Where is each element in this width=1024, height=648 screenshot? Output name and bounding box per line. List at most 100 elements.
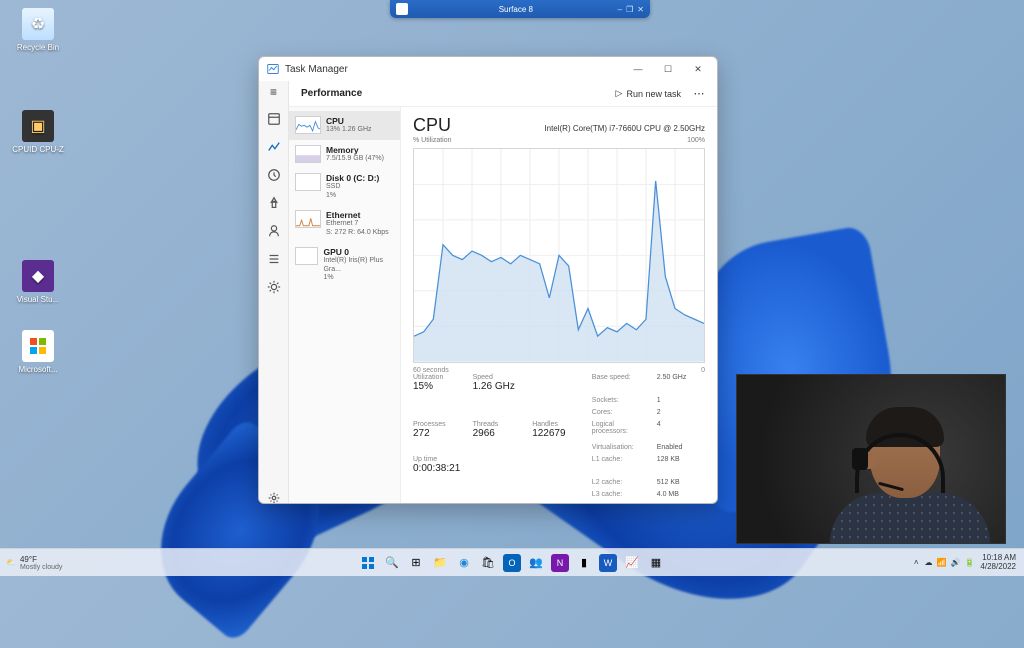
hamburger-button[interactable]: ≡ bbox=[270, 85, 277, 99]
taskbar-weather[interactable]: ⛅ 49°F Mostly cloudy bbox=[6, 555, 62, 571]
store-button[interactable]: 🛍 bbox=[479, 554, 497, 572]
sidebar-item-sub: SSD bbox=[326, 183, 379, 191]
gpu-sparkline bbox=[295, 247, 318, 265]
onenote-button[interactable]: N bbox=[551, 554, 569, 572]
clock-date: 4/28/2022 bbox=[980, 563, 1016, 572]
remote-window-controls: – ❐ ✕ bbox=[618, 5, 644, 14]
rail-processes[interactable] bbox=[266, 111, 282, 127]
memory-sparkline bbox=[295, 145, 321, 163]
chart-xright: 0 bbox=[701, 367, 705, 374]
task-view-button[interactable]: ⊞ bbox=[407, 554, 425, 572]
remote-app-bar[interactable]: Surface 8 – ❐ ✕ bbox=[390, 0, 650, 18]
task-manager-pin[interactable]: 📈 bbox=[623, 554, 641, 572]
titlebar[interactable]: Task Manager — ☐ ✕ bbox=[259, 57, 717, 81]
rail-users[interactable] bbox=[266, 223, 282, 239]
remote-max[interactable]: ❐ bbox=[626, 5, 633, 14]
sidebar-item-sub2: 1% bbox=[323, 274, 394, 282]
sidebar-item-label: CPU bbox=[326, 116, 372, 126]
recycle-bin-icon: ♻ bbox=[22, 8, 54, 40]
rail-services[interactable] bbox=[266, 279, 282, 295]
explorer-button[interactable]: 📁 bbox=[431, 554, 449, 572]
close-button[interactable]: ✕ bbox=[683, 57, 713, 81]
desktop-icon-recycle-bin[interactable]: ♻ Recycle Bin bbox=[8, 8, 68, 52]
taskbar[interactable]: ⛅ 49°F Mostly cloudy 🔍 ⊞ 📁 ◉ 🛍 O 👥 N ▮ W… bbox=[0, 548, 1024, 576]
maximize-button[interactable]: ☐ bbox=[653, 57, 683, 81]
volume-icon[interactable]: 🔊 bbox=[950, 558, 960, 567]
sidebar-item-sub: Intel(R) Iris(R) Plus Gra... bbox=[323, 257, 394, 274]
edge-button[interactable]: ◉ bbox=[455, 554, 473, 572]
window-title: Task Manager bbox=[285, 64, 348, 75]
taskbar-tray[interactable]: ˄ ☁ 📶 🔊 🔋 10:18 AM 4/28/2022 bbox=[914, 554, 1016, 572]
rail-settings[interactable] bbox=[266, 490, 282, 504]
task-manager-window[interactable]: Task Manager — ☐ ✕ ≡ Performance ▷ Run n… bbox=[258, 56, 718, 504]
run-new-task-label: Run new task bbox=[626, 89, 681, 99]
stat-label: L1 cache: bbox=[592, 456, 622, 463]
sidebar-item-sub: 13% 1.26 GHz bbox=[326, 126, 372, 134]
perf-sidebar: CPU13% 1.26 GHz Memory7.5/15.9 GB (47%) … bbox=[289, 107, 401, 504]
chart-xleft: 60 seconds bbox=[413, 367, 449, 374]
stat-value-sm: 2.50 GHz bbox=[657, 374, 687, 381]
sidebar-item-cpu[interactable]: CPU13% 1.26 GHz bbox=[289, 111, 400, 140]
remote-min[interactable]: – bbox=[618, 5, 622, 14]
page-title: Performance bbox=[301, 88, 610, 99]
run-icon: ▷ bbox=[616, 88, 623, 99]
start-button[interactable] bbox=[359, 554, 377, 572]
sidebar-item-ethernet[interactable]: EthernetEthernet 7S: 272 R: 64.0 Kbps bbox=[289, 205, 400, 242]
stat-value: 272 bbox=[413, 428, 467, 439]
disk-sparkline bbox=[295, 173, 321, 191]
stat-value: 0:00:38:21 bbox=[413, 463, 586, 474]
weather-icon: ⛅ bbox=[6, 558, 16, 567]
remote-close[interactable]: ✕ bbox=[637, 5, 644, 14]
rail-startup[interactable] bbox=[266, 195, 282, 211]
task-manager-icon bbox=[267, 63, 279, 75]
remote-app-label: Surface 8 bbox=[414, 5, 618, 14]
run-new-task-button[interactable]: ▷ Run new task bbox=[610, 86, 687, 101]
stat-value: 15% bbox=[413, 381, 467, 392]
taskbar-center: 🔍 ⊞ 📁 ◉ 🛍 O 👥 N ▮ W 📈 ▦ bbox=[359, 554, 665, 572]
desktop-icon-label: Visual Stu... bbox=[8, 295, 68, 304]
terminal-button[interactable]: ▮ bbox=[575, 554, 593, 572]
chip-icon: ▣ bbox=[22, 110, 54, 142]
rail-details[interactable] bbox=[266, 251, 282, 267]
desktop-icon-label: CPUID CPU-Z bbox=[8, 145, 68, 154]
sidebar-item-label: GPU 0 bbox=[323, 247, 394, 257]
cpu-stats: Utilization15% Speed1.26 GHz Base speed:… bbox=[413, 374, 705, 498]
desktop-icon-ms[interactable]: Microsoft... bbox=[8, 330, 68, 374]
stat-value-sm: Enabled bbox=[657, 444, 683, 451]
stat-label: Logical processors: bbox=[592, 421, 628, 435]
onedrive-icon[interactable]: ☁ bbox=[925, 558, 933, 567]
more-button[interactable]: ⋯ bbox=[691, 87, 707, 100]
desktop-icon-label: Microsoft... bbox=[8, 365, 68, 374]
app-pin[interactable]: ▦ bbox=[647, 554, 665, 572]
desktop-icon-vs[interactable]: ◆ Visual Stu... bbox=[8, 260, 68, 304]
search-button[interactable]: 🔍 bbox=[383, 554, 401, 572]
stat-label: Processes bbox=[413, 421, 467, 428]
sidebar-item-disk[interactable]: Disk 0 (C: D:)SSD1% bbox=[289, 168, 400, 205]
battery-icon[interactable]: 🔋 bbox=[964, 558, 974, 567]
cpu-chart[interactable] bbox=[413, 148, 705, 363]
stat-value: 122679 bbox=[532, 428, 586, 439]
sidebar-item-sub: 7.5/15.9 GB (47%) bbox=[326, 155, 384, 163]
wifi-icon[interactable]: 📶 bbox=[937, 558, 947, 567]
outlook-button[interactable]: O bbox=[503, 554, 521, 572]
desktop-icon-cpuz[interactable]: ▣ CPUID CPU-Z bbox=[8, 110, 68, 154]
sidebar-item-label: Ethernet bbox=[326, 210, 389, 220]
stat-label: Speed bbox=[473, 374, 527, 381]
sidebar-item-gpu[interactable]: GPU 0Intel(R) Iris(R) Plus Gra...1% bbox=[289, 242, 400, 287]
minimize-button[interactable]: — bbox=[623, 57, 653, 81]
sidebar-item-memory[interactable]: Memory7.5/15.9 GB (47%) bbox=[289, 140, 400, 169]
rail-app-history[interactable] bbox=[266, 167, 282, 183]
chart-ylabel: % Utilization bbox=[413, 137, 452, 144]
tray-chevron[interactable]: ˄ bbox=[914, 558, 919, 567]
ms-icon bbox=[22, 330, 54, 362]
taskbar-clock[interactable]: 10:18 AM 4/28/2022 bbox=[980, 554, 1016, 572]
word-button[interactable]: W bbox=[599, 554, 617, 572]
detail-title: CPU bbox=[413, 115, 451, 136]
cpu-sparkline bbox=[295, 116, 321, 134]
stat-label: Sockets: bbox=[592, 397, 619, 404]
stat-label: Utilization bbox=[413, 374, 467, 381]
teams-button[interactable]: 👥 bbox=[527, 554, 545, 572]
stat-value-sm: 4.0 MB bbox=[657, 491, 679, 498]
chart-ymax: 100% bbox=[687, 137, 705, 144]
rail-performance[interactable] bbox=[266, 139, 282, 155]
